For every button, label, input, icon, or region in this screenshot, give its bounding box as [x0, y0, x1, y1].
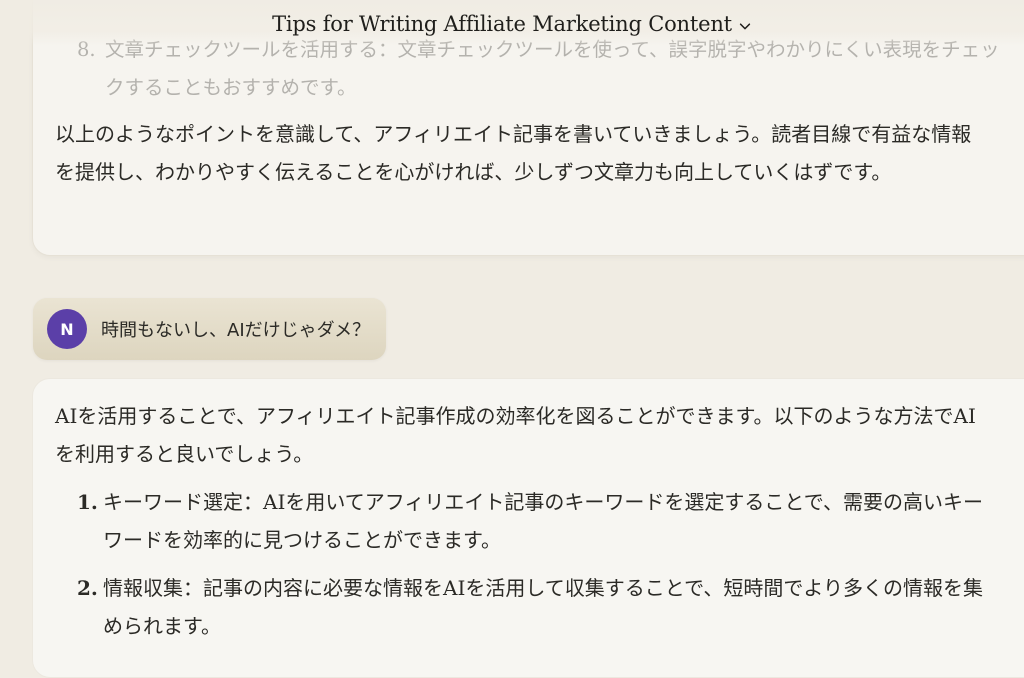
avatar[interactable]: N — [47, 309, 87, 349]
list-item-number: 1. — [77, 490, 98, 514]
header-bar: Tips for Writing Affiliate Marketing Con… — [0, 0, 1024, 46]
user-message-text: 時間もないし、AIだけじゃダメ？ — [101, 320, 371, 341]
assistant-response-card: AIを活用することで、アフィリエイト記事作成の効率化を図ることができます。以下の… — [32, 378, 1024, 678]
list-item-text: 情報収集：記事の内容に必要な情報をAIを活用して収集することで、短時間でより多く… — [103, 576, 983, 638]
response-intro: AIを活用することで、アフィリエイト記事作成の効率化を図ることができます。以下の… — [55, 404, 976, 466]
conversation-title-button[interactable]: Tips for Writing Affiliate Marketing Con… — [262, 6, 762, 42]
conversation-title: Tips for Writing Affiliate Marketing Con… — [272, 12, 732, 36]
chevron-down-icon — [739, 22, 751, 29]
list-item: 1. キーワード選定：AIを用いてアフィリエイト記事のキーワードを選定することで… — [77, 483, 997, 559]
closing-paragraph: 以上のようなポイントを意識して、アフィリエイト記事を書いていきましょう。読者目線… — [55, 122, 972, 184]
user-message-bubble: N 時間もないし、AIだけじゃダメ？ — [33, 298, 386, 360]
response-list: 1. キーワード選定：AIを用いてアフィリエイト記事のキーワードを選定することで… — [77, 483, 997, 655]
list-item: 2. 情報収集：記事の内容に必要な情報をAIを活用して収集することで、短時間でよ… — [77, 569, 997, 645]
list-item-text: キーワード選定：AIを用いてアフィリエイト記事のキーワードを選定することで、需要… — [103, 490, 983, 552]
list-item-number: 2. — [77, 576, 98, 600]
